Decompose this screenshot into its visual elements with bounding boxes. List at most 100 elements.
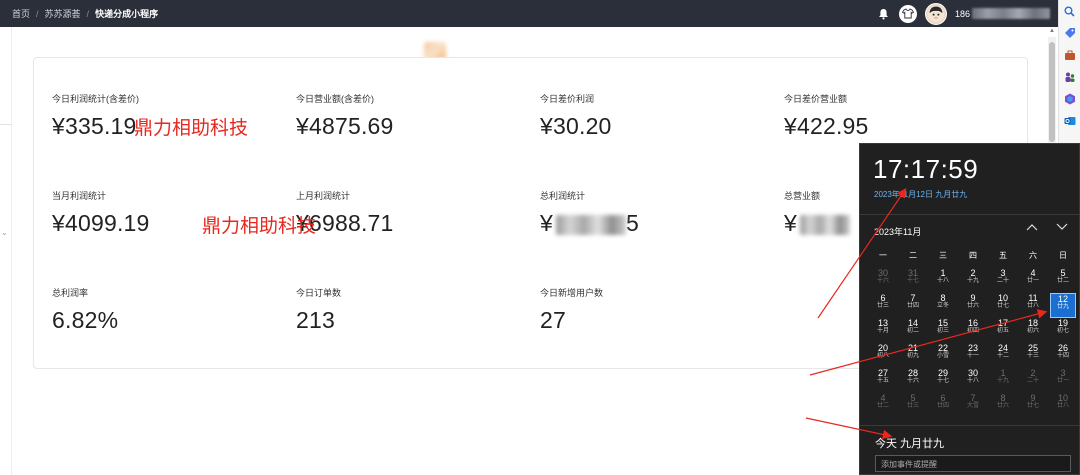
- stat-today-revenue: 今日营业额(含差价) ¥4875.69: [296, 92, 394, 140]
- lunar-label: 廿三: [906, 403, 919, 410]
- weekday-header: 一二三四五六日: [868, 250, 1078, 261]
- calendar-day[interactable]: 24 十二: [988, 343, 1018, 368]
- calendar-day[interactable]: 16 初四: [958, 318, 988, 343]
- calendar-day[interactable]: 20 初八: [868, 343, 898, 368]
- lunar-label: 廿三: [876, 303, 889, 310]
- watermark-text: 鼎力相助科技: [134, 118, 249, 139]
- calendar-day[interactable]: 5 廿二: [1048, 268, 1078, 293]
- lunar-label: 十四: [1056, 353, 1069, 360]
- stat-value: 213: [296, 307, 335, 333]
- lunar-label: 十二: [996, 353, 1009, 360]
- chevron-up-icon[interactable]: [1025, 222, 1039, 234]
- calendar-day[interactable]: 19 初七: [1048, 318, 1078, 343]
- calendar-day[interactable]: 18 初六: [1018, 318, 1048, 343]
- avatar[interactable]: [924, 2, 947, 25]
- people-icon[interactable]: [1063, 70, 1077, 84]
- calendar-day[interactable]: 10 廿八: [1048, 393, 1078, 418]
- divider: [860, 425, 1079, 426]
- calendar-day[interactable]: 4 廿一: [1018, 268, 1048, 293]
- calendar-day[interactable]: 30 十六: [868, 268, 898, 293]
- stat-label: 当月利润统计: [52, 191, 107, 201]
- today-label: 今天 九月廿九: [875, 438, 945, 450]
- calendar-day[interactable]: 10 廿七: [988, 293, 1018, 318]
- breadcrumb-separator: /: [36, 8, 39, 19]
- breadcrumb-home[interactable]: 首页: [12, 7, 30, 20]
- calendar-day[interactable]: 7 廿四: [898, 293, 928, 318]
- chevron-down-icon[interactable]: ⌄: [1, 228, 8, 237]
- calendar-day[interactable]: 13 十月: [868, 318, 898, 343]
- weekday-label: 四: [969, 251, 977, 260]
- stat-label: 今日营业额(含差价): [296, 94, 374, 104]
- calendar-day[interactable]: 14 初二: [898, 318, 928, 343]
- calendar-day[interactable]: 29 十七: [928, 368, 958, 393]
- calendar-day[interactable]: 5 廿三: [898, 393, 928, 418]
- calendar-day[interactable]: 7 大雪: [958, 393, 988, 418]
- calendar-day[interactable]: 2 二十: [1018, 368, 1048, 393]
- chevron-down-icon[interactable]: [1055, 222, 1069, 234]
- calendar-day[interactable]: 28 十六: [898, 368, 928, 393]
- calendar-day[interactable]: 11 廿八: [1018, 293, 1048, 318]
- stat-today-diff-profit: 今日差价利润 ¥30.20: [540, 92, 612, 140]
- calendar-day[interactable]: 27 十五: [868, 368, 898, 393]
- stat-today-new-users: 今日新增用户数 27: [540, 286, 603, 334]
- stat-value: ¥: [784, 210, 850, 237]
- date-long[interactable]: 2023年11月12日 九月廿九: [874, 189, 967, 200]
- lunar-label: 廿一: [1056, 378, 1069, 385]
- briefcase-icon[interactable]: [1063, 48, 1077, 62]
- stat-value: ¥30.20: [540, 113, 612, 139]
- calendar-day[interactable]: 21 初九: [898, 343, 928, 368]
- user-phone[interactable]: 186: [955, 8, 1050, 19]
- calendar-day[interactable]: 6 廿四: [928, 393, 958, 418]
- stat-label: 今日新增用户数: [540, 288, 604, 298]
- calendar-day-today[interactable]: 12 廿九: [1050, 293, 1076, 318]
- calendar-day[interactable]: 1 十九: [988, 368, 1018, 393]
- stat-total-profit: 总利润统计 ¥5: [540, 189, 639, 237]
- bell-icon[interactable]: [877, 7, 891, 21]
- calendar-day[interactable]: 9 廿六: [958, 293, 988, 318]
- lunar-label: 十三: [1026, 353, 1039, 360]
- calendar-day[interactable]: 31 十七: [898, 268, 928, 293]
- calendar-day[interactable]: 15 初三: [928, 318, 958, 343]
- lunar-label: 廿八: [1026, 303, 1039, 310]
- calendar-day[interactable]: 8 廿六: [988, 393, 1018, 418]
- breadcrumb-store[interactable]: 苏苏源荟: [45, 7, 81, 20]
- lunar-label: 二十: [996, 278, 1009, 285]
- tag-icon[interactable]: [1063, 26, 1077, 40]
- add-event-input[interactable]: 添加事件或提醒: [875, 455, 1071, 472]
- lunar-label: 十八: [966, 378, 979, 385]
- stat-label: 总利润率: [52, 288, 89, 298]
- calendar-day[interactable]: 9 廿七: [1018, 393, 1048, 418]
- calendar-day[interactable]: 8 立冬: [928, 293, 958, 318]
- calendar-day[interactable]: 4 廿二: [868, 393, 898, 418]
- watermark-text: 鼎力相助科技: [202, 216, 317, 237]
- breadcrumb: 首页 / 苏苏源荟 / 快递分成小程序: [0, 7, 158, 20]
- sidebar-divider: [0, 124, 12, 125]
- calendar-day[interactable]: 3 廿一: [1048, 368, 1078, 393]
- calendar-day[interactable]: 3 二十: [988, 268, 1018, 293]
- calendar-day[interactable]: 25 十三: [1018, 343, 1048, 368]
- calendar-day[interactable]: 30 十八: [958, 368, 988, 393]
- left-sidebar-edge: [0, 27, 12, 475]
- stat-value-currency: ¥: [540, 210, 553, 236]
- calendar-day[interactable]: 23 十一: [958, 343, 988, 368]
- calendar-day[interactable]: 22 小雪: [928, 343, 958, 368]
- breadcrumb-separator: /: [86, 8, 90, 19]
- calendar-day[interactable]: 6 廿三: [868, 293, 898, 318]
- month-label[interactable]: 2023年11月: [874, 225, 921, 238]
- stat-value: ¥4875.69: [296, 113, 394, 139]
- calendar-day[interactable]: 26 十四: [1048, 343, 1078, 368]
- stat-value: ¥422.95: [784, 113, 869, 139]
- outlook-icon[interactable]: [1063, 114, 1077, 128]
- scroll-up-arrow[interactable]: ▲: [1048, 28, 1056, 37]
- calendar-day[interactable]: 17 初五: [988, 318, 1018, 343]
- scrollbar-thumb[interactable]: [1049, 42, 1055, 142]
- stat-value: 27: [540, 307, 566, 333]
- stat-value-currency: ¥: [784, 210, 797, 236]
- calendar-day[interactable]: 2 十九: [958, 268, 988, 293]
- lunar-label: 十六: [876, 278, 889, 285]
- shirt-icon[interactable]: [898, 4, 917, 23]
- calendar-day[interactable]: 1 十八: [928, 268, 958, 293]
- m365-icon[interactable]: [1063, 92, 1077, 106]
- stat-label: 上月利润统计: [296, 191, 351, 201]
- search-icon[interactable]: [1063, 4, 1077, 18]
